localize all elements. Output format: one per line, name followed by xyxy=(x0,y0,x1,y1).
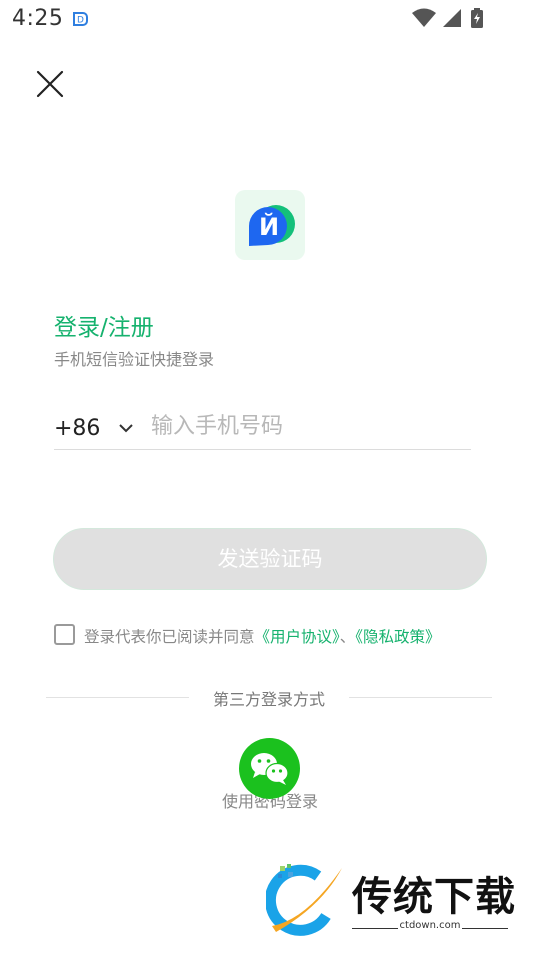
wifi-icon xyxy=(412,8,436,27)
watermark-logo-icon xyxy=(266,864,342,936)
user-agreement-link[interactable]: 《用户协议》 xyxy=(255,628,340,646)
third-party-label: 第三方登录方式 xyxy=(212,690,325,709)
close-button[interactable] xyxy=(34,68,66,100)
page-subtitle: 手机短信验证快捷登录 xyxy=(54,350,215,369)
watermark: 传统下载 ctdown.com xyxy=(266,862,526,942)
privacy-policy-link[interactable]: 《隐私政策》 xyxy=(355,628,440,646)
third-party-divider: 第三方登录方式 xyxy=(46,686,492,709)
wechat-icon xyxy=(251,753,289,785)
agreement-separator: 、 xyxy=(339,628,356,646)
send-code-button[interactable]: 发送验证码 xyxy=(53,528,487,590)
app-logo: Й xyxy=(235,190,305,260)
divider-line-right xyxy=(349,697,492,698)
logo-letter: Й xyxy=(259,212,279,241)
watermark-brand: 传统下载 xyxy=(352,874,516,920)
page-title: 登录/注册 xyxy=(54,315,154,341)
signal-icon xyxy=(443,9,461,27)
phone-input[interactable] xyxy=(151,408,469,444)
watermark-url: ctdown.com xyxy=(399,920,461,931)
battery-charging-icon xyxy=(471,8,483,28)
close-icon xyxy=(36,70,64,98)
chevron-down-icon xyxy=(119,424,133,433)
phone-row: +86 xyxy=(54,404,471,450)
watermark-line-right xyxy=(462,928,508,929)
agreement-text: 登录代表你已阅读并同意《用户协议》、《隐私政策》 xyxy=(84,625,441,647)
agree-checkbox[interactable] xyxy=(54,624,75,645)
country-code-value: +86 xyxy=(54,416,101,441)
status-bar: 4:25 D xyxy=(0,0,540,40)
wechat-login-button[interactable] xyxy=(239,738,300,799)
d-shield-icon: D xyxy=(72,11,88,31)
status-time: 4:25 xyxy=(12,6,64,31)
agreement-prefix: 登录代表你已阅读并同意 xyxy=(84,628,255,646)
svg-text:D: D xyxy=(77,16,84,26)
country-code-selector[interactable]: +86 xyxy=(54,414,144,444)
